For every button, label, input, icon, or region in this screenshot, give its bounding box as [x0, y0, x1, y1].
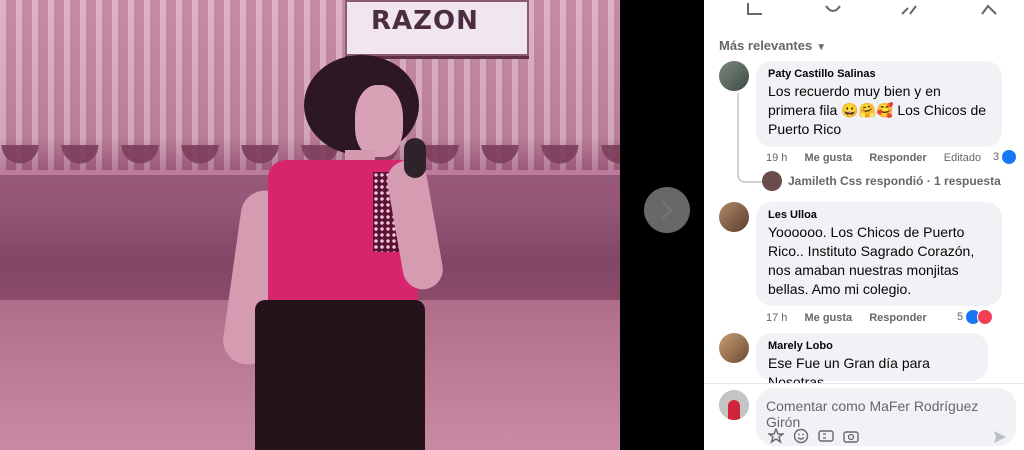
send-icon[interactable] [992, 429, 1008, 445]
next-photo-button[interactable] [644, 187, 690, 233]
emoji-icon[interactable] [793, 428, 809, 444]
reply-button[interactable]: Responder [869, 152, 926, 164]
comment-author[interactable]: Les Ulloa [768, 209, 990, 221]
sort-dropdown[interactable]: Más relevantes ▼ [719, 38, 826, 53]
post-actions [704, 0, 1024, 28]
comment-composer: Comentar como MaFer Rodríguez Girón [704, 383, 1024, 450]
reply-button[interactable]: Responder [869, 312, 926, 324]
comments-panel: Más relevantes ▼ Paty Castillo Salinas Lo… [704, 0, 1024, 450]
stage-sign: RAZON [345, 0, 529, 56]
avatar [719, 390, 749, 420]
avatar[interactable] [719, 202, 749, 232]
comment-time[interactable]: 17 h [766, 312, 787, 324]
love-reaction-icon [977, 309, 994, 325]
avatar [762, 171, 782, 191]
chevron-right-icon [661, 200, 673, 220]
comment-icon[interactable] [824, 0, 842, 18]
like-button[interactable]: Me gusta [804, 312, 852, 324]
like-reaction-icon [1001, 149, 1018, 165]
sticker-icon[interactable] [768, 428, 784, 444]
comment-actions: 19 h Me gusta Responder Editado [766, 152, 995, 164]
photo: RAZON [0, 0, 620, 450]
photo-viewer: RAZON [0, 0, 704, 450]
comment-author[interactable]: Marely Lobo [768, 340, 976, 352]
edited-label: Editado [943, 152, 982, 164]
comment-actions: 17 h Me gusta Responder [766, 312, 941, 324]
reactions-count[interactable]: 5 [957, 309, 994, 325]
comment-bubble: Les Ulloa Yoooooo. Los Chicos de Puerto … [756, 202, 1002, 306]
send-icon[interactable] [980, 0, 998, 18]
reactions-count[interactable]: 3 [993, 149, 1018, 165]
caret-down-icon: ▼ [816, 42, 827, 53]
bookmark-icon[interactable] [746, 0, 764, 18]
camera-icon[interactable] [843, 428, 859, 444]
comment-author[interactable]: Paty Castillo Salinas [768, 68, 990, 80]
share-icon[interactable] [900, 0, 918, 18]
avatar[interactable] [719, 61, 749, 91]
comment-text: Yoooooo. Los Chicos de Puerto Rico.. Ins… [768, 224, 975, 297]
comment-bubble: Marely Lobo Ese Fue un Gran día para Nos… [756, 333, 988, 390]
avatar[interactable] [719, 333, 749, 363]
comment-time[interactable]: 19 h [766, 152, 787, 164]
microphone [404, 138, 426, 178]
gif-icon[interactable] [818, 428, 834, 444]
comment-bubble: Paty Castillo Salinas Los recuerdo muy b… [756, 61, 1002, 147]
like-button[interactable]: Me gusta [804, 152, 852, 164]
view-replies-link[interactable]: Jamileth Css respondió · 1 respuesta [762, 171, 1001, 191]
composer-tools [768, 428, 859, 444]
comment-text: Los recuerdo muy bien y en primera fila … [768, 83, 987, 137]
comment-input[interactable]: Comentar como MaFer Rodríguez Girón [756, 388, 1016, 446]
